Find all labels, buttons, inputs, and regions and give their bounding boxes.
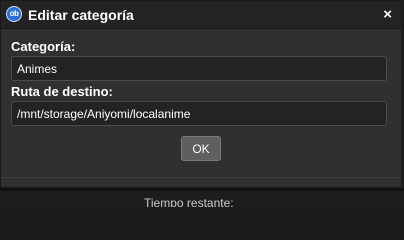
- close-icon[interactable]: ×: [383, 6, 392, 23]
- screen: Tiempo restante: ob Editar categoría × C…: [0, 0, 404, 207]
- background-remaining-time-label: Tiempo restante:: [144, 196, 234, 207]
- dialog-titlebar: ob Editar categoría ×: [1, 1, 401, 29]
- dialog-footer-divider: [1, 177, 401, 178]
- edit-category-dialog: ob Editar categoría × Categoría: Ruta de…: [0, 0, 402, 188]
- background-divider: [0, 188, 404, 191]
- ok-button[interactable]: OK: [181, 136, 221, 161]
- destination-path-input[interactable]: [11, 101, 387, 126]
- destination-path-label: Ruta de destino:: [11, 84, 113, 99]
- app-logo-icon: ob: [6, 6, 22, 22]
- category-label: Categoría:: [11, 39, 76, 54]
- category-input[interactable]: [11, 56, 387, 81]
- dialog-title: Editar categoría: [28, 7, 134, 23]
